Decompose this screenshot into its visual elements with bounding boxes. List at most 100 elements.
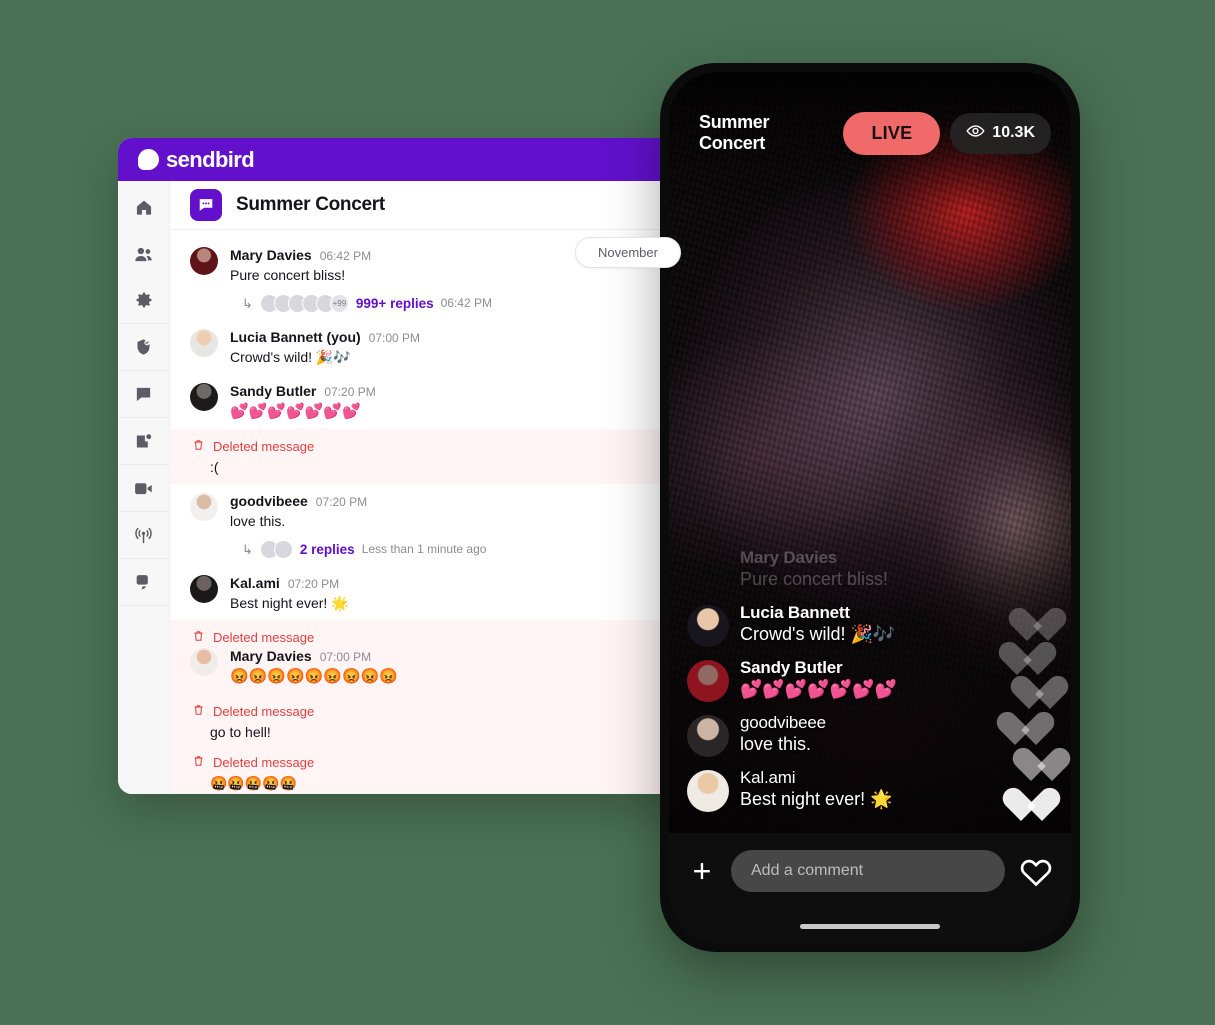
users-icon: [133, 244, 154, 265]
avatar[interactable]: [190, 328, 218, 357]
sidebar-group-moderation: [118, 324, 169, 371]
live-message-text: love this.: [740, 734, 812, 754]
video-camera-icon: [133, 480, 154, 497]
sidebar-group-ai: [118, 559, 169, 606]
date-divider: November: [575, 237, 681, 268]
live-message-body: goodvibeee love this.: [740, 713, 826, 755]
live-message-sender: Kal.ami: [740, 768, 796, 787]
live-message-body: Lucia Bannett Crowd's wild! 🎉🎶: [740, 603, 895, 645]
home-indicator-area: [669, 909, 1071, 943]
video-area[interactable]: [669, 164, 1071, 548]
home-indicator-bar[interactable]: [800, 923, 940, 929]
viewer-count-badge[interactable]: 10.3K: [950, 112, 1051, 154]
thread-participant-avatars: +99: [259, 293, 349, 313]
multi-chat-icon: [134, 572, 154, 592]
message-time: 07:00 PM: [368, 330, 421, 345]
live-message-sender: Lucia Bannett: [740, 603, 850, 622]
deleted-message-text: Deleted message: [213, 439, 315, 455]
channel-chat-icon: [190, 189, 222, 221]
sidebar-item-users[interactable]: [118, 231, 169, 277]
mobile-phone-mockup: Summer Concert LIVE 10.3K Mary Davies Pu…: [660, 63, 1080, 952]
comment-input[interactable]: [731, 850, 1005, 892]
message-time: 07:00 PM: [319, 649, 372, 664]
live-message-text: Best night ever! 🌟: [740, 789, 893, 809]
deleted-message-text: Deleted message: [213, 629, 315, 645]
sidebar-item-calls[interactable]: [118, 465, 169, 511]
phone-screen: Summer Concert LIVE 10.3K Mary Davies Pu…: [669, 72, 1071, 943]
thread-participant-avatars: [259, 539, 293, 559]
trash-icon: [192, 438, 205, 455]
avatar[interactable]: [190, 647, 218, 676]
avatar[interactable]: [190, 382, 218, 411]
avatar[interactable]: [687, 715, 729, 757]
viewer-count-value: 10.3K: [992, 124, 1035, 141]
message-sender: Lucia Bannett (you): [230, 328, 361, 345]
avatar[interactable]: [687, 605, 729, 647]
live-stream-topbar: Summer Concert LIVE 10.3K: [669, 102, 1071, 164]
sidebar-group-desk: [118, 418, 169, 465]
heart-icon: [1001, 789, 1041, 825]
live-message-body: Kal.ami Best night ever! 🌟: [740, 768, 892, 810]
sidebar-group-calls: [118, 465, 169, 512]
sidebar-group-chat: [118, 371, 169, 418]
trash-icon: [192, 754, 205, 771]
sidebar-item-ai-chatbot[interactable]: [118, 559, 169, 605]
message-sender: Mary Davies: [230, 247, 312, 263]
avatar[interactable]: [687, 770, 729, 812]
message-sender: Mary Davies: [230, 647, 312, 664]
live-message-text: 💕💕💕💕💕💕💕: [740, 679, 897, 699]
desk-icon: [134, 432, 153, 451]
trash-icon: [192, 629, 205, 646]
thread-time: Less than 1 minute ago: [361, 542, 487, 557]
live-badge[interactable]: LIVE: [843, 111, 941, 155]
deleted-message-text: Deleted message: [213, 755, 315, 771]
sidebar-item-settings[interactable]: [118, 277, 169, 323]
sendbird-logo[interactable]: sendbird: [138, 146, 255, 173]
message-time: 07:20 PM: [324, 384, 376, 399]
trash-icon: [192, 703, 205, 720]
live-message-sender: Mary Davies: [740, 548, 838, 567]
thread-arrow-icon: ↳: [242, 295, 253, 311]
message-time: 07:20 PM: [315, 495, 368, 510]
sidebar-item-desk[interactable]: [118, 418, 169, 464]
comment-composer-bar: +: [669, 833, 1071, 909]
sidebar-item-chat[interactable]: [118, 371, 169, 417]
broadcast-icon: [133, 525, 154, 546]
thread-reply-count[interactable]: 2 replies: [300, 542, 355, 557]
floating-hearts: [995, 603, 1051, 823]
sidebar-item-live[interactable]: [118, 512, 169, 558]
avatar[interactable]: [190, 247, 218, 275]
eye-icon: [966, 124, 985, 143]
heart-icon[interactable]: [1019, 856, 1053, 887]
live-message-body: Mary Davies Pure concert bliss!: [740, 548, 888, 590]
shield-check-icon: [134, 337, 153, 357]
chat-bubble-icon: [134, 385, 153, 404]
left-sidebar: [118, 181, 170, 794]
stream-title: Summer Concert: [699, 112, 770, 153]
avatar[interactable]: [190, 493, 218, 522]
sidebar-group-primary: [118, 185, 169, 324]
sidebar-item-home[interactable]: [118, 185, 169, 231]
avatar[interactable]: [190, 574, 218, 603]
live-message-body: Sandy Butler 💕💕💕💕💕💕💕: [740, 658, 897, 700]
live-chat-message[interactable]: Mary Davies Pure concert bliss!: [687, 548, 1053, 592]
thread-arrow-icon: ↳: [242, 541, 253, 557]
heart-icon: [995, 713, 1035, 749]
avatar[interactable]: [687, 660, 729, 702]
heart-icon: [1011, 749, 1051, 785]
gear-icon: [134, 290, 154, 310]
sidebar-item-moderation[interactable]: [118, 324, 169, 370]
live-message-text: Pure concert bliss!: [740, 569, 889, 589]
sendbird-logo-icon: [138, 149, 159, 170]
sidebar-group-live: [118, 512, 169, 559]
home-icon: [134, 198, 154, 218]
live-message-sender: goodvibeee: [740, 713, 826, 732]
thread-overflow-badge: +99: [329, 293, 349, 313]
thread-reply-count[interactable]: 999+ replies: [356, 296, 434, 311]
message-time: 06:42 PM: [319, 249, 372, 263]
message-time: 07:20 PM: [287, 576, 340, 591]
message-sender: Kal.ami: [230, 574, 280, 591]
avatar: [273, 539, 293, 559]
plus-icon[interactable]: +: [687, 855, 717, 887]
sendbird-logo-text: sendbird: [166, 146, 255, 172]
